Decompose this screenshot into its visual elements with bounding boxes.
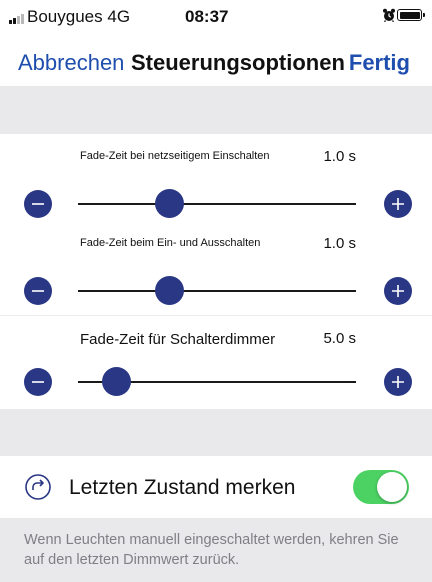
- slider-track[interactable]: [78, 189, 356, 218]
- done-button[interactable]: Fertig: [349, 50, 410, 76]
- decrease-button[interactable]: [24, 277, 52, 305]
- slider-label: Fade-Zeit beim Ein- und Ausschalten: [80, 237, 261, 249]
- plus-icon: [392, 285, 404, 297]
- slider-row-dimmer-fade: Fade-Zeit für Schalterdimmer 5.0 s: [0, 318, 432, 407]
- section-spacer: [0, 409, 432, 456]
- slider-label: Fade-Zeit bei netzseitigem Einschalten: [80, 150, 270, 162]
- status-bar: Bouygues 4G 08:37: [0, 0, 432, 36]
- carrier-label: Bouygues 4G: [27, 7, 131, 26]
- minus-icon: [32, 290, 44, 292]
- remember-state-toggle[interactable]: [353, 470, 409, 504]
- navigation-bar: Abbrechen Steuerungsoptionen Fertig: [0, 36, 432, 86]
- decrease-button[interactable]: [24, 190, 52, 218]
- plus-icon: [392, 376, 404, 388]
- alarm-clock-icon: [383, 8, 395, 22]
- increase-button[interactable]: [384, 368, 412, 396]
- slider-label: Fade-Zeit für Schalterdimmer: [80, 331, 276, 348]
- cancel-button[interactable]: Abbrechen: [18, 50, 124, 76]
- remember-state-label: Letzten Zustand merken: [69, 476, 296, 499]
- footer-description: Wenn Leuchten manuell eingeschaltet werd…: [24, 532, 399, 568]
- minus-icon: [32, 203, 44, 205]
- section-spacer: [0, 86, 432, 134]
- page-title: Steuerungsoptionen: [131, 50, 345, 75]
- slider-value: 1.0 s: [323, 148, 356, 165]
- decrease-button[interactable]: [24, 368, 52, 396]
- restore-icon: [25, 474, 51, 500]
- slider-thumb[interactable]: [155, 189, 185, 218]
- increase-button[interactable]: [384, 190, 412, 218]
- slider-track[interactable]: [78, 276, 356, 305]
- status-time: 08:37: [185, 7, 229, 26]
- remember-state-row: Letzten Zustand merken: [0, 456, 432, 518]
- signal-strength-icon: [9, 13, 27, 24]
- slider-row-mains-fade: Fade-Zeit bei netzseitigem Einschalten 1…: [0, 140, 432, 229]
- slider-value: 1.0 s: [323, 235, 356, 252]
- slider-row-switch-fade: Fade-Zeit beim Ein- und Ausschalten 1.0 …: [0, 227, 432, 316]
- increase-button[interactable]: [384, 277, 412, 305]
- divider: [0, 315, 432, 316]
- toggle-knob: [377, 472, 407, 502]
- slider-thumb[interactable]: [102, 367, 132, 396]
- minus-icon: [32, 381, 44, 383]
- battery-icon: [397, 9, 425, 21]
- plus-icon: [392, 198, 404, 210]
- slider-thumb[interactable]: [155, 276, 185, 305]
- slider-value: 5.0 s: [323, 330, 356, 347]
- slider-track[interactable]: [78, 367, 356, 396]
